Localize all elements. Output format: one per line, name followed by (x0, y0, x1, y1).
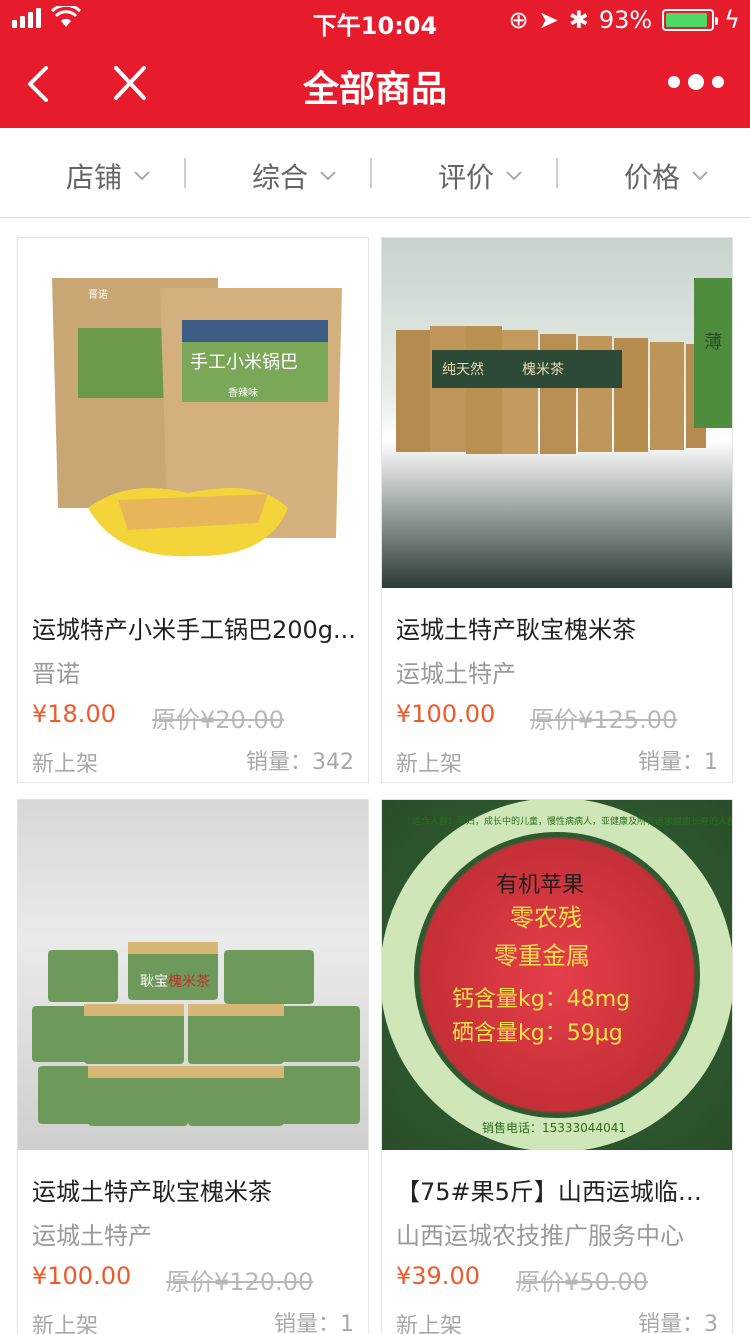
divider (184, 158, 186, 188)
product-image[interactable]: 有机苹果 零农残 零重金属 钙含量kg：48mg 硒含量kg：59μg 适合人群… (382, 800, 732, 1150)
image-text: 硒含量kg：59μg (452, 1021, 623, 1046)
location-icon: ➤ (538, 6, 559, 34)
new-arrival-tag: 新上架 (396, 1314, 463, 1334)
filter-label: 店铺 (66, 161, 123, 194)
original-price: 原价¥125.00 (530, 706, 678, 734)
chevron-down-icon (320, 171, 336, 181)
new-arrival-tag: 新上架 (32, 752, 99, 777)
chevron-down-icon (134, 171, 150, 181)
filter-price[interactable]: 价格 (624, 156, 708, 196)
image-text: 零农残 (510, 904, 582, 932)
charging-icon: ϟ (724, 6, 740, 34)
product-price: ¥39.00 (396, 1262, 480, 1290)
product-name[interactable]: 【75#果5斤】山西运城临猗... (396, 1172, 721, 1207)
filter-shop[interactable]: 店铺 (66, 156, 150, 196)
image-text: 晋诺 (88, 289, 108, 301)
product-image[interactable]: 晋诺 手工小米锅巴 香辣味 (18, 238, 368, 588)
product-price: ¥100.00 (32, 1262, 132, 1290)
product-name[interactable]: 运城土特产耿宝槐米茶 (32, 1172, 357, 1207)
product-card[interactable]: 晋诺 手工小米锅巴 香辣味 运城特产小米手工锅巴200g... 晋诺 ¥18.0… (17, 237, 369, 783)
chevron-down-icon (692, 171, 708, 181)
product-image[interactable]: 纯天然 槐米茶 薄 (382, 238, 732, 588)
shop-name: 晋诺 (32, 660, 80, 688)
filter-label: 价格 (624, 161, 681, 194)
orientation-lock-icon: ⊕ (508, 6, 529, 34)
chevron-down-icon (506, 171, 522, 181)
app-header: 下午10:04 ⊕ ➤ ✱ 93% ϟ 全部商品 (0, 0, 750, 128)
shop-name: 山西运城农技推广服务中心 (396, 1222, 684, 1250)
image-text: 手工小米锅巴 (190, 352, 298, 373)
battery-percent: 93% (598, 6, 653, 34)
divider (556, 158, 558, 188)
image-text: 有机苹果 (496, 873, 584, 898)
status-bar: 下午10:04 ⊕ ➤ ✱ 93% ϟ (0, 0, 750, 40)
image-text: 槐米茶 (522, 362, 564, 378)
product-image[interactable]: 耿宝 槐米茶 (18, 800, 368, 1150)
original-price: 原价¥50.00 (516, 1268, 648, 1296)
product-name[interactable]: 运城特产小米手工锅巴200g... (32, 610, 357, 645)
original-price: 原价¥20.00 (152, 706, 284, 734)
product-card[interactable]: 耿宝 槐米茶 运城土特产耿宝槐米茶 运城土特产 ¥100.00 原价¥120.0… (17, 799, 369, 1334)
image-text: 纯天然 (442, 361, 484, 378)
shop-name: 运城土特产 (396, 660, 516, 688)
more-dots-icon[interactable] (668, 74, 724, 90)
filter-bar: 店铺 综合 评价 价格 (0, 128, 750, 218)
filter-label: 综合 (252, 161, 309, 194)
filter-label: 评价 (438, 161, 495, 194)
sales-count: 销量：3 (638, 1312, 718, 1334)
image-text: 适合人群：孕妇，成长中的儿童，慢性病病人，亚健康及所有追求健康长寿的人群！ (412, 815, 732, 827)
new-arrival-tag: 新上架 (32, 1314, 99, 1334)
filter-overall[interactable]: 综合 (252, 156, 336, 196)
image-text: 销售电话：15333044041 (482, 1120, 626, 1135)
image-text: 零重金属 (494, 942, 590, 970)
image-text: 薄 (704, 332, 722, 353)
filter-rating[interactable]: 评价 (438, 156, 522, 196)
battery-icon (662, 9, 719, 31)
image-text: 耿宝 (140, 974, 168, 990)
original-price: 原价¥120.00 (166, 1268, 314, 1296)
sales-count: 销量：1 (274, 1312, 354, 1334)
image-text: 钙含量kg：48mg (452, 987, 630, 1012)
product-price: ¥18.00 (32, 700, 116, 728)
shop-name: 运城土特产 (32, 1222, 152, 1250)
bluetooth-icon: ✱ (568, 6, 589, 34)
divider (370, 158, 372, 188)
product-name[interactable]: 运城土特产耿宝槐米茶 (396, 610, 721, 645)
image-text: 香辣味 (228, 386, 258, 399)
product-card[interactable]: 纯天然 槐米茶 薄 运城土特产耿宝槐米茶 运城土特产 ¥100.00 原价¥12… (381, 237, 733, 783)
product-card[interactable]: 有机苹果 零农残 零重金属 钙含量kg：48mg 硒含量kg：59μg 适合人群… (381, 799, 733, 1334)
sales-count: 销量：1 (638, 750, 718, 775)
sales-count: 销量：342 (246, 750, 354, 775)
image-text: 槐米茶 (168, 974, 210, 990)
nav-bar: 全部商品 (0, 40, 750, 128)
new-arrival-tag: 新上架 (396, 752, 463, 777)
product-price: ¥100.00 (396, 700, 496, 728)
page-title: 全部商品 (302, 69, 447, 110)
